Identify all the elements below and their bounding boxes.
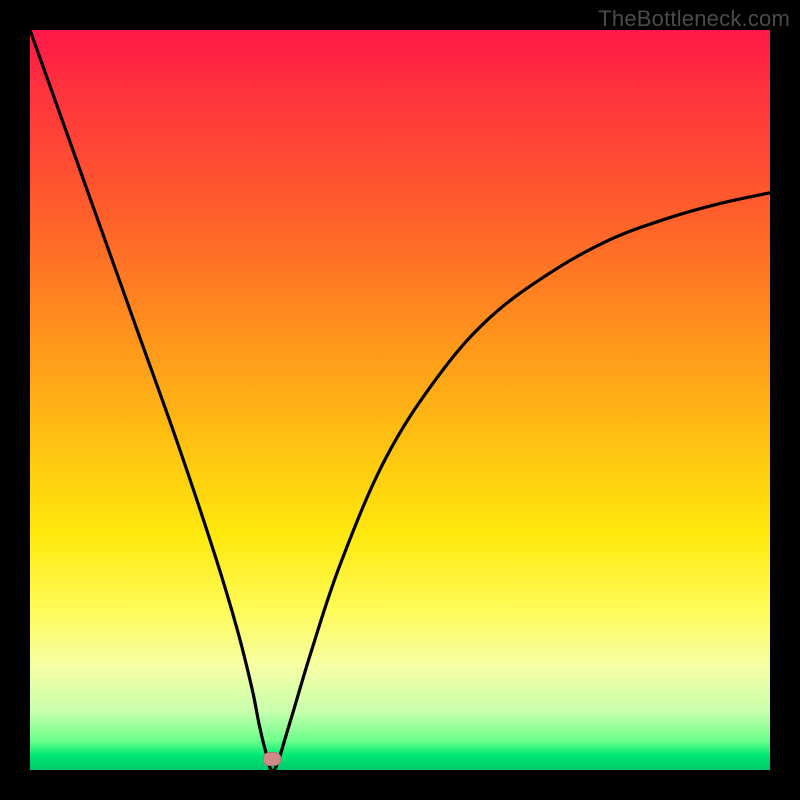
- plot-area: [30, 30, 770, 770]
- chart-frame: TheBottleneck.com: [0, 0, 800, 800]
- minimum-marker: [263, 752, 281, 766]
- watermark-text: TheBottleneck.com: [598, 6, 790, 32]
- curve-layer: [30, 30, 770, 770]
- bottleneck-curve: [30, 30, 770, 770]
